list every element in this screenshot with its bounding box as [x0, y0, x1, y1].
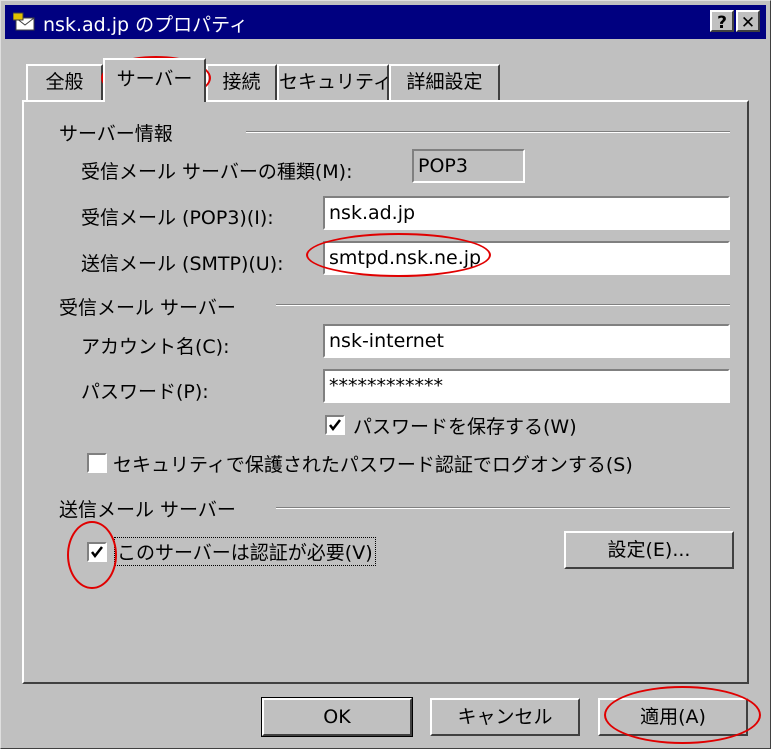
- divider: [276, 507, 730, 509]
- ok-button[interactable]: OK: [261, 697, 413, 737]
- close-button[interactable]: ✕: [736, 10, 760, 33]
- help-button[interactable]: ?: [710, 10, 734, 33]
- tab-connection[interactable]: 接続: [206, 64, 277, 100]
- spa-label[interactable]: セキュリティで保護されたパスワード認証でログオンする(S): [113, 450, 633, 477]
- remember-password-label[interactable]: パスワードを保存する(W): [353, 412, 577, 439]
- account-name-label: アカウント名(C):: [81, 336, 230, 358]
- mail-account-icon: [12, 11, 37, 38]
- title-bar[interactable]: nsk.ad.jp のプロパティ ? ✕: [5, 5, 766, 39]
- group-incoming-server: 受信メール サーバー: [59, 297, 236, 319]
- outgoing-server-input[interactable]: smtpd.nsk.ne.jp: [323, 241, 730, 275]
- tab-security[interactable]: セキュリティ: [277, 64, 392, 100]
- divider: [276, 304, 730, 306]
- incoming-server-input[interactable]: nsk.ad.jp: [323, 196, 730, 230]
- divider: [246, 131, 730, 133]
- tab-general[interactable]: 全般: [26, 64, 103, 100]
- password-label: パスワード(P):: [81, 381, 209, 403]
- checkmark-icon: [329, 419, 341, 432]
- tab-servers[interactable]: サーバー: [103, 58, 206, 102]
- apply-button[interactable]: 適用(A): [598, 698, 748, 736]
- incoming-type-label: 受信メール サーバーの種類(M):: [81, 161, 353, 183]
- group-server-info: サーバー情報: [59, 123, 173, 145]
- auth-required-label[interactable]: このサーバーは認証が必要(V): [114, 537, 376, 566]
- auth-required-checkbox[interactable]: [87, 542, 107, 562]
- remember-password-checkbox[interactable]: [325, 415, 345, 435]
- group-outgoing-server: 送信メール サーバー: [59, 499, 236, 521]
- window-title: nsk.ad.jp のプロパティ: [43, 14, 248, 36]
- cancel-button[interactable]: キャンセル: [430, 698, 580, 736]
- account-name-input[interactable]: nsk-internet: [323, 324, 730, 358]
- tab-advanced[interactable]: 詳細設定: [389, 64, 500, 100]
- incoming-server-label: 受信メール (POP3)(I):: [81, 207, 274, 229]
- password-input[interactable]: ************: [323, 369, 730, 403]
- outgoing-server-label: 送信メール (SMTP)(U):: [81, 253, 284, 275]
- incoming-type-value: POP3: [412, 149, 525, 183]
- outgoing-settings-button[interactable]: 設定(E)...: [564, 531, 734, 569]
- spa-checkbox[interactable]: [87, 453, 107, 473]
- properties-dialog: nsk.ad.jp のプロパティ ? ✕ 全般 サーバー 接続 セキュリティ 詳…: [0, 0, 771, 749]
- checkmark-icon: [91, 546, 103, 559]
